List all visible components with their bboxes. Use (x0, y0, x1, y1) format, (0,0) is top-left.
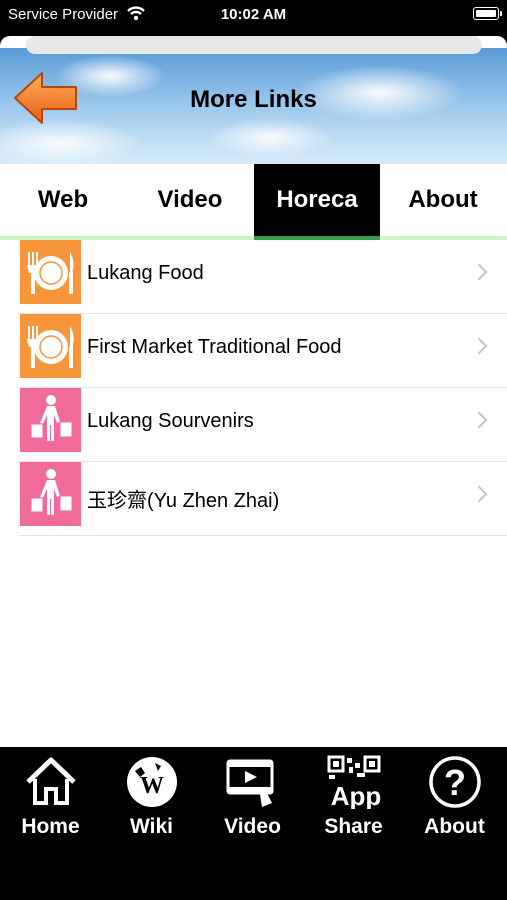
battery-icon (473, 7, 502, 20)
app-glyph: App (331, 781, 381, 809)
svg-text:W: W (140, 773, 164, 799)
list-item-label: Lukang Sourvenirs (87, 410, 254, 432)
tabbar-video-label: Video (224, 815, 281, 838)
plate-utensils-icon (20, 240, 81, 304)
plate-utensils-icon (20, 314, 81, 378)
video-player-icon (226, 759, 274, 807)
shopper-icon (20, 388, 81, 452)
wiki-globe-icon: W (127, 757, 177, 807)
sheet-grabber[interactable] (26, 36, 482, 54)
list-item[interactable]: First Market Traditional Food (18, 314, 507, 388)
clock: 10:02 AM (220, 6, 287, 23)
tabbar-wiki-label: Wiki (130, 815, 173, 838)
tab-horeca[interactable]: Horeca (254, 164, 380, 240)
tab-video[interactable]: Video (127, 164, 253, 236)
tab-about[interactable]: About (380, 164, 506, 236)
segment-tabs: Web Video Horeca About (0, 164, 507, 240)
tabbar-home[interactable]: Home (0, 755, 101, 855)
tabbar-about-label: About (424, 815, 485, 838)
tabbar-about[interactable]: ? About (404, 755, 505, 855)
tabbar-home-label: Home (21, 815, 80, 838)
tabbar-share[interactable]: App Share (303, 755, 404, 855)
tabbar-share-label: Share (324, 815, 383, 838)
tab-web[interactable]: Web (0, 164, 126, 236)
chevron-right-icon (470, 337, 488, 355)
page-title: More Links (190, 86, 317, 113)
list-item-label: Lukang Food (87, 262, 204, 284)
qr-app-icon: App (327, 755, 381, 809)
link-list: Lukang Food First Market Traditional Foo… (18, 240, 507, 536)
list-item[interactable]: 玉珍齋(Yu Zhen Zhai) (18, 462, 507, 536)
question-icon: ? (429, 756, 481, 808)
tabbar-wiki[interactable]: W Wiki (101, 755, 202, 855)
list-item[interactable]: Lukang Food (18, 240, 507, 314)
list-item[interactable]: Lukang Sourvenirs (18, 388, 507, 462)
chevron-right-icon (470, 263, 488, 281)
modal-sheet: More Links Web Video Horeca About Lukang… (0, 36, 507, 747)
status-bar: Service Provider 10:02 AM (0, 0, 507, 30)
chevron-right-icon (470, 485, 488, 503)
question-glyph: ? (444, 762, 466, 803)
chevron-right-icon (470, 411, 488, 429)
bottom-tab-bar: Home W Wiki Video App Share ? About (0, 747, 507, 900)
tabbar-video[interactable]: Video (202, 755, 303, 855)
shopper-icon (20, 462, 81, 526)
list-item-label: 玉珍齋(Yu Zhen Zhai) (87, 490, 280, 512)
house-icon (26, 757, 76, 805)
header-banner: More Links (0, 48, 507, 164)
list-item-label: First Market Traditional Food (87, 336, 342, 358)
